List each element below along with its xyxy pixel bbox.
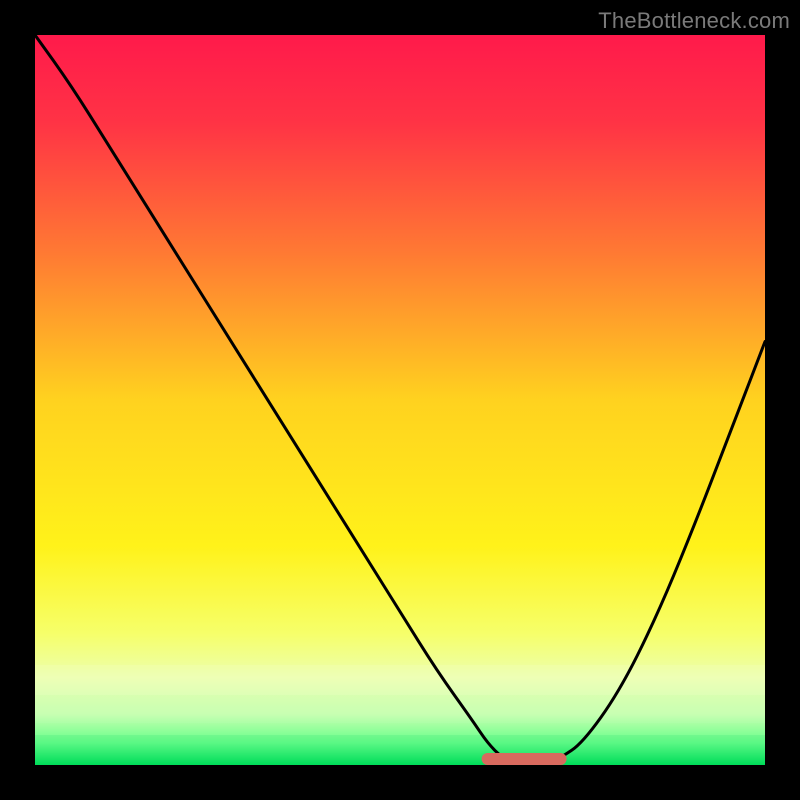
plot-area bbox=[35, 35, 765, 765]
chart-frame: TheBottleneck.com bbox=[0, 0, 800, 800]
bottleneck-curve bbox=[35, 35, 765, 765]
watermark-text: TheBottleneck.com bbox=[598, 8, 790, 34]
